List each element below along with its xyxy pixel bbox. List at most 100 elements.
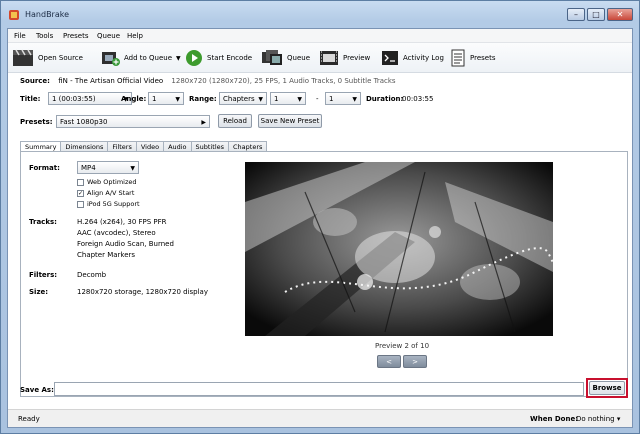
preview-label: Preview xyxy=(343,54,371,62)
terminal-icon xyxy=(382,51,398,65)
save-as-input[interactable] xyxy=(54,382,584,396)
status-text: Ready xyxy=(18,415,40,423)
document-list-icon xyxy=(451,49,465,67)
track-item: Foreign Audio Scan, Burned xyxy=(77,240,174,248)
preview-button[interactable]: Preview xyxy=(319,48,370,68)
track-item: Chapter Markers xyxy=(77,251,136,259)
chevron-down-icon: ▼ xyxy=(352,96,357,103)
chevron-down-icon: ▼ xyxy=(297,96,302,103)
preset-dropdown[interactable]: Fast 1080p30 ▶ xyxy=(56,115,210,128)
close-button[interactable]: ✕ xyxy=(607,8,633,21)
menu-presets[interactable]: Presets xyxy=(63,32,88,40)
chevron-down-icon: ▼ xyxy=(175,96,180,103)
window-title: HandBrake xyxy=(25,10,70,19)
tracks-label: Tracks: xyxy=(29,218,57,226)
align-av-label: Align A/V Start xyxy=(87,189,135,197)
queue-icon xyxy=(262,50,282,65)
handbrake-app-icon xyxy=(9,10,19,20)
range-end-value: 1 xyxy=(329,95,334,103)
source-name: fiN - The Artisan Official Video xyxy=(58,77,164,85)
preview-prev-button[interactable]: < xyxy=(377,355,401,368)
app-window: HandBrake – □ ✕ File Tools Presets Queue… xyxy=(0,0,640,434)
size-label: Size: xyxy=(29,288,49,296)
angle-label: Angle: xyxy=(121,95,147,103)
filters-value: Decomb xyxy=(77,271,107,279)
presets-button[interactable]: Presets xyxy=(450,48,495,68)
activity-log-label: Activity Log xyxy=(403,54,444,62)
range-end-dropdown[interactable]: 1 ▼ xyxy=(325,92,361,105)
open-source-button[interactable]: Open Source xyxy=(12,48,83,68)
range-start-value: 1 xyxy=(274,95,279,103)
menu-queue[interactable]: Queue xyxy=(97,32,120,40)
source-info: 1280x720 (1280x720), 25 FPS, 1 Audio Tra… xyxy=(171,77,396,85)
minimize-button[interactable]: – xyxy=(567,8,585,21)
preset-value: Fast 1080p30 xyxy=(60,118,108,126)
range-label: Range: xyxy=(189,95,217,103)
checkbox-box xyxy=(77,178,84,186)
add-to-queue-label: Add to Queue xyxy=(124,54,173,62)
maximize-button[interactable]: □ xyxy=(587,8,605,21)
when-done-dropdown[interactable]: Do nothing ▾ xyxy=(576,415,620,423)
checkbox-box xyxy=(77,200,84,208)
menu-help[interactable]: Help xyxy=(127,32,143,40)
filters-label: Filters: xyxy=(29,271,58,279)
video-frame-image xyxy=(245,162,553,336)
chevron-down-icon: ▼ xyxy=(130,165,135,172)
when-done-value: Do nothing xyxy=(576,415,615,423)
save-new-preset-button[interactable]: Save New Preset xyxy=(258,114,322,128)
title-dropdown[interactable]: 1 (00:03:55) ▼ xyxy=(48,92,132,105)
start-encode-button[interactable]: Start Encode xyxy=(185,48,252,68)
start-encode-label: Start Encode xyxy=(207,54,253,62)
range-separator: - xyxy=(316,95,319,103)
duration-label: Duration: xyxy=(366,95,404,103)
menu-tools[interactable]: Tools xyxy=(36,32,53,40)
source-row: Source: fiN - The Artisan Official Video… xyxy=(20,77,396,85)
range-start-dropdown[interactable]: 1 ▼ xyxy=(270,92,306,105)
preview-next-button[interactable]: > xyxy=(403,355,427,368)
title-value: 1 (00:03:55) xyxy=(52,95,96,103)
range-type-dropdown[interactable]: Chapters ▼ xyxy=(219,92,267,105)
browse-button[interactable]: Browse xyxy=(589,381,625,395)
when-done-label: When Done: xyxy=(530,415,579,423)
status-bar: Ready When Done: Do nothing ▾ xyxy=(8,409,632,427)
angle-dropdown[interactable]: 1 ▼ xyxy=(148,92,184,105)
title-bar: HandBrake – □ ✕ xyxy=(1,1,639,28)
title-label: Title: xyxy=(20,95,41,103)
track-item: H.264 (x264), 30 FPS PFR xyxy=(77,218,167,226)
queue-button[interactable]: Queue xyxy=(261,48,310,68)
menu-file[interactable]: File xyxy=(14,32,26,40)
preview-caption: Preview 2 of 10 xyxy=(375,342,430,350)
activity-log-button[interactable]: Activity Log xyxy=(381,48,444,68)
add-queue-icon xyxy=(102,52,120,66)
size-value: 1280x720 storage, 1280x720 display xyxy=(77,288,208,296)
format-label: Format: xyxy=(29,164,60,172)
play-icon xyxy=(186,50,202,66)
menu-bar: File Tools Presets Queue Help xyxy=(8,29,632,43)
add-to-queue-button[interactable]: Add to Queue ▼ xyxy=(100,48,181,68)
format-value: MP4 xyxy=(81,164,96,172)
checkbox-box: ✓ xyxy=(77,189,84,197)
web-optimized-label: Web Optimized xyxy=(87,178,137,186)
chevron-down-icon: ▼ xyxy=(258,96,263,103)
summary-panel: Format: MP4 ▼ Web Optimized ✓ Align A/V St… xyxy=(20,151,628,397)
duration-value: 00:03:55 xyxy=(402,95,434,103)
presets-label: Presets xyxy=(470,54,496,62)
clapperboard-icon xyxy=(13,49,33,66)
chevron-down-icon[interactable]: ▼ xyxy=(176,55,181,62)
track-item: AAC (avcodec), Stereo xyxy=(77,229,156,237)
save-as-label: Save As: xyxy=(20,386,54,394)
chevron-right-icon: ▶ xyxy=(201,119,206,126)
web-optimized-checkbox[interactable]: Web Optimized xyxy=(77,178,137,186)
align-av-checkbox[interactable]: ✓ Align A/V Start xyxy=(77,189,134,197)
toolbar: Open Source Add to Queue ▼ Start Encode … xyxy=(8,43,632,73)
preview-image xyxy=(245,162,553,336)
angle-value: 1 xyxy=(152,95,157,103)
open-source-label: Open Source xyxy=(38,54,83,62)
ipod-checkbox[interactable]: iPod 5G Support xyxy=(77,200,140,208)
ipod-label: iPod 5G Support xyxy=(87,200,140,208)
format-dropdown[interactable]: MP4 ▼ xyxy=(77,161,139,174)
queue-label: Queue xyxy=(287,54,310,62)
reload-button[interactable]: Reload xyxy=(218,114,252,128)
film-icon xyxy=(320,51,338,65)
range-type-value: Chapters xyxy=(223,95,255,103)
